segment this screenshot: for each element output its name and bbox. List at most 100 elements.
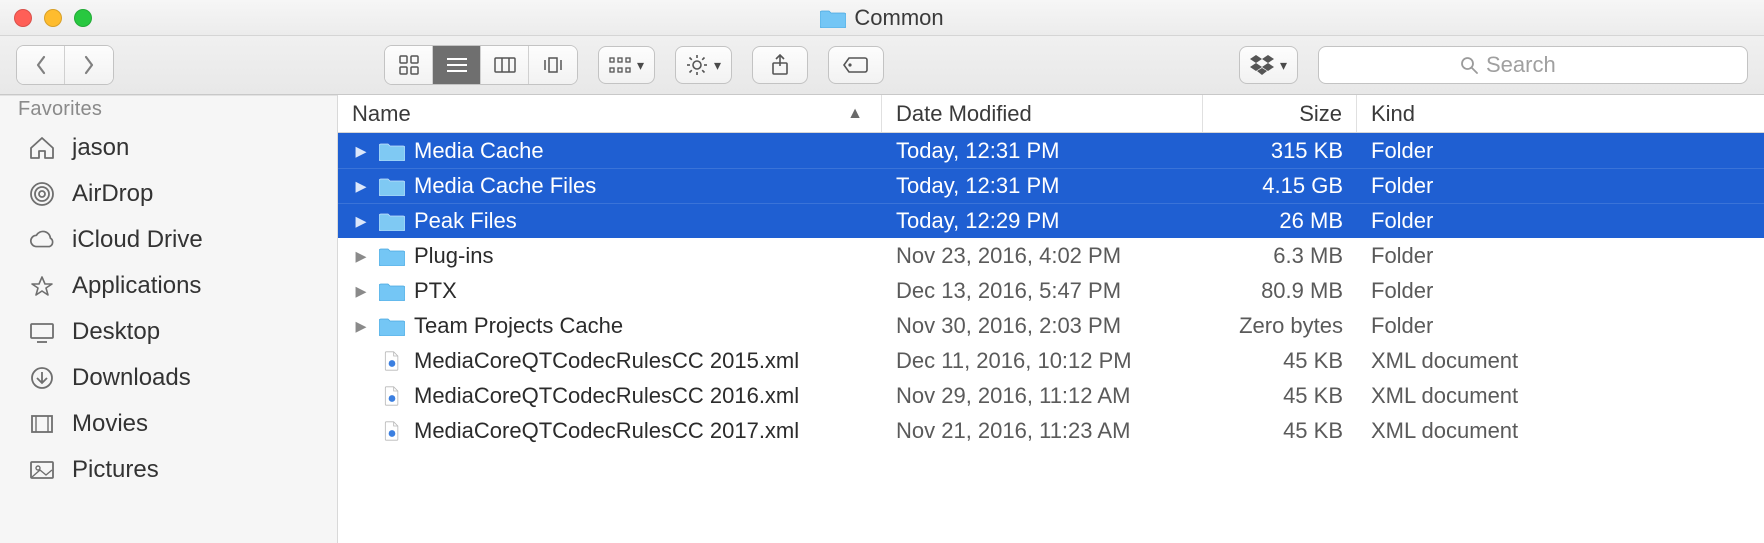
sidebar-item-label: jason xyxy=(72,134,129,162)
file-date: Today, 12:31 PM xyxy=(882,138,1203,164)
file-size: 315 KB xyxy=(1203,138,1357,164)
file-list: Name ▲ Date Modified Size Kind ▸Media Ca… xyxy=(338,95,1764,543)
chevron-down-icon: ▾ xyxy=(714,57,721,74)
tags-button[interactable] xyxy=(828,46,884,84)
airdrop-icon xyxy=(26,180,58,208)
file-name: PTX xyxy=(414,278,457,304)
xml-file-icon xyxy=(378,385,406,407)
file-kind: XML document xyxy=(1357,383,1764,409)
file-name: Plug-ins xyxy=(414,243,493,269)
sidebar-item-label: Pictures xyxy=(72,456,159,484)
downloads-icon xyxy=(26,364,58,392)
list-view-button[interactable] xyxy=(433,46,481,84)
table-row[interactable]: ▸Team Projects CacheNov 30, 2016, 2:03 P… xyxy=(338,308,1764,343)
search-icon xyxy=(1460,56,1478,74)
file-size: 80.9 MB xyxy=(1203,278,1357,304)
sidebar-item-airdrop[interactable]: AirDrop xyxy=(0,171,337,217)
column-view-button[interactable] xyxy=(481,46,529,84)
search-field[interactable] xyxy=(1318,46,1748,84)
xml-file-icon xyxy=(378,420,406,442)
folder-icon xyxy=(378,315,406,337)
file-size: 45 KB xyxy=(1203,348,1357,374)
search-input[interactable] xyxy=(1486,52,1606,78)
sidebar-item-label: Downloads xyxy=(72,364,191,392)
file-kind: Folder xyxy=(1357,278,1764,304)
sidebar-item-icloud-drive[interactable]: iCloud Drive xyxy=(0,217,337,263)
sidebar-item-desktop[interactable]: Desktop xyxy=(0,309,337,355)
table-row[interactable]: ▸PTXDec 13, 2016, 5:47 PM80.9 MBFolder xyxy=(338,273,1764,308)
nav-back-forward xyxy=(16,45,114,85)
cloud-icon xyxy=(26,226,58,254)
window-title: Common xyxy=(0,5,1764,31)
coverflow-icon xyxy=(542,57,564,73)
dropbox-button[interactable]: ▾ xyxy=(1239,46,1298,84)
share-button[interactable] xyxy=(752,46,808,84)
disclosure-triangle-icon[interactable]: ▸ xyxy=(352,313,370,339)
table-row[interactable]: MediaCoreQTCodecRulesCC 2016.xmlNov 29, … xyxy=(338,378,1764,413)
column-header-size[interactable]: Size xyxy=(1203,95,1357,132)
file-date: Today, 12:31 PM xyxy=(882,173,1203,199)
file-kind: Folder xyxy=(1357,243,1764,269)
toolbar: ▾ ▾ xyxy=(0,36,1764,95)
disclosure-triangle-icon[interactable]: ▸ xyxy=(352,278,370,304)
file-date: Dec 11, 2016, 10:12 PM xyxy=(882,348,1203,374)
sidebar-item-jason[interactable]: jason xyxy=(0,125,337,171)
sidebar: Favorites jasonAirDropiCloud DriveApplic… xyxy=(0,95,338,543)
action-button[interactable]: ▾ xyxy=(675,46,732,84)
column-header-date[interactable]: Date Modified xyxy=(882,95,1203,132)
tag-icon xyxy=(843,56,869,74)
file-date: Nov 29, 2016, 11:12 AM xyxy=(882,383,1203,409)
chevron-down-icon: ▾ xyxy=(1280,57,1287,74)
pictures-icon xyxy=(26,456,58,484)
disclosure-triangle-icon[interactable]: ▸ xyxy=(352,243,370,269)
close-window-button[interactable] xyxy=(14,9,32,27)
table-row[interactable]: ▸Media CacheToday, 12:31 PM315 KBFolder xyxy=(338,133,1764,168)
file-kind: Folder xyxy=(1357,173,1764,199)
table-row[interactable]: ▸Media Cache FilesToday, 12:31 PM4.15 GB… xyxy=(338,168,1764,203)
chevron-down-icon: ▾ xyxy=(637,57,644,74)
folder-icon xyxy=(378,280,406,302)
file-date: Nov 30, 2016, 2:03 PM xyxy=(882,313,1203,339)
titlebar: Common xyxy=(0,0,1764,36)
chevron-left-icon xyxy=(34,55,48,75)
apps-icon xyxy=(26,272,58,300)
chevron-right-icon xyxy=(82,55,96,75)
disclosure-triangle-icon[interactable]: ▸ xyxy=(352,208,370,234)
column-headers: Name ▲ Date Modified Size Kind xyxy=(338,95,1764,133)
file-kind: XML document xyxy=(1357,348,1764,374)
sidebar-item-downloads[interactable]: Downloads xyxy=(0,355,337,401)
table-row[interactable]: MediaCoreQTCodecRulesCC 2017.xmlNov 21, … xyxy=(338,413,1764,448)
disclosure-triangle-icon[interactable]: ▸ xyxy=(352,173,370,199)
share-icon xyxy=(770,54,790,76)
file-name: Peak Files xyxy=(414,208,517,234)
table-row[interactable]: MediaCoreQTCodecRulesCC 2015.xml Dec 11, … xyxy=(338,343,1764,378)
folder-icon xyxy=(378,210,406,232)
file-name: MediaCoreQTCodecRulesCC 2015.xml xyxy=(414,348,799,374)
column-header-kind[interactable]: Kind xyxy=(1357,95,1764,132)
fullscreen-window-button[interactable] xyxy=(74,9,92,27)
file-kind: XML document xyxy=(1357,418,1764,444)
file-size: 26 MB xyxy=(1203,208,1357,234)
back-button[interactable] xyxy=(17,46,65,84)
sidebar-item-pictures[interactable]: Pictures xyxy=(0,447,337,493)
column-header-name[interactable]: Name ▲ xyxy=(338,95,882,132)
movies-icon xyxy=(26,410,58,438)
file-size: 6.3 MB xyxy=(1203,243,1357,269)
file-name: MediaCoreQTCodecRulesCC 2017.xml xyxy=(414,418,799,444)
sidebar-item-movies[interactable]: Movies xyxy=(0,401,337,447)
minimize-window-button[interactable] xyxy=(44,9,62,27)
disclosure-triangle-icon[interactable]: ▸ xyxy=(352,138,370,164)
icon-view-button[interactable] xyxy=(385,46,433,84)
file-size: 4.15 GB xyxy=(1203,173,1357,199)
sidebar-item-label: Desktop xyxy=(72,318,160,346)
table-row[interactable]: ▸Peak FilesToday, 12:29 PM26 MBFolder xyxy=(338,203,1764,238)
sidebar-item-applications[interactable]: Applications xyxy=(0,263,337,309)
coverflow-view-button[interactable] xyxy=(529,46,577,84)
folder-icon xyxy=(820,8,846,28)
window-title-text: Common xyxy=(854,5,943,31)
forward-button[interactable] xyxy=(65,46,113,84)
arrange-button[interactable]: ▾ xyxy=(598,46,655,84)
sidebar-item-label: iCloud Drive xyxy=(72,226,203,254)
file-kind: Folder xyxy=(1357,138,1764,164)
table-row[interactable]: ▸Plug-insNov 23, 2016, 4:02 PM6.3 MBFold… xyxy=(338,238,1764,273)
